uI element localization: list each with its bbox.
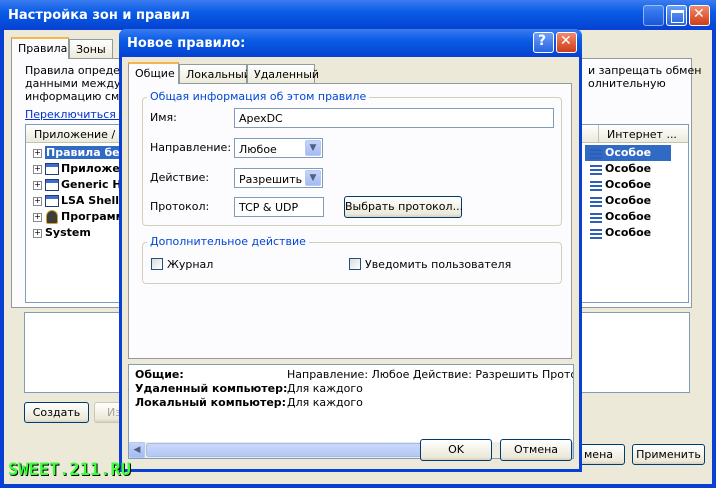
tab-rules[interactable]: Правила <box>11 37 69 59</box>
cancel-button[interactable]: Отмена <box>500 439 572 461</box>
summary-local-value: Для каждого <box>287 396 363 409</box>
list-item-internet: Особое <box>605 178 652 191</box>
list-item-internet: Особое <box>605 210 652 223</box>
create-button[interactable]: Создать <box>24 402 89 423</box>
expand-icon[interactable]: + <box>33 197 42 206</box>
help-icon[interactable]: ? <box>533 32 554 53</box>
summary-general-value: Направление: Любое Действие: Разрешить П… <box>287 368 574 381</box>
dialog-close-icon[interactable]: ✕ <box>556 32 577 53</box>
rule-lines-icon <box>590 229 602 239</box>
name-field[interactable]: ApexDC <box>234 108 554 128</box>
expand-icon[interactable]: + <box>33 181 42 190</box>
outer-window-title: Настройка зон и правил <box>8 8 190 23</box>
action-label: Действие: <box>150 171 210 184</box>
tab-remote[interactable]: Удаленный <box>247 64 319 84</box>
list-item-label: LSA Shell ( <box>61 194 128 207</box>
name-label: Имя: <box>150 111 177 124</box>
expand-icon[interactable]: + <box>33 229 42 238</box>
list-item-label: System <box>45 226 91 239</box>
direction-value: Любое <box>239 143 277 156</box>
rule-lines-icon <box>590 149 602 159</box>
scrollbar-thumb[interactable] <box>146 443 451 457</box>
protocol-field[interactable]: TCP & UDP <box>234 197 324 217</box>
list-item-label: Правила без <box>45 146 128 159</box>
tab-general[interactable]: Общие <box>128 62 179 84</box>
list-item-internet: Особое <box>605 194 652 207</box>
summary-remote-label: Удаленный компьютер: <box>135 382 288 395</box>
watermark: SWEET.211.RU <box>8 460 131 480</box>
summary-general-label: Общие: <box>135 368 184 381</box>
notify-label: Уведомить пользователя <box>365 258 512 271</box>
expand-icon[interactable]: + <box>33 213 42 222</box>
log-checkbox[interactable] <box>151 258 163 270</box>
outer-title-bar[interactable]: Настройка зон и правил ✕ <box>0 0 716 30</box>
action-select[interactable]: Разрешить ▼ <box>234 168 323 188</box>
summary-remote-value: Для каждого <box>287 382 363 395</box>
rule-info-group-label: Общая информация об этом правиле <box>147 90 370 103</box>
rule-lines-icon <box>590 197 602 207</box>
description-right1: и запрещать обмен <box>588 64 702 77</box>
list-item-internet: Особое <box>605 226 652 239</box>
new-rule-dialog: Новое правило: ? ✕ Общие Локальный Удале… <box>119 29 582 472</box>
summary-local-label: Локальный компьютер: <box>135 396 287 409</box>
window-app-icon <box>45 163 59 175</box>
apply-button[interactable]: Применить <box>632 444 705 465</box>
window-app-icon <box>45 179 59 191</box>
outer-close-icon[interactable]: ✕ <box>689 5 710 26</box>
dialog-title-bar[interactable]: Новое правило: ? ✕ <box>119 29 582 57</box>
list-item-label: Программ <box>61 210 125 223</box>
action-value: Разрешить <box>239 173 303 186</box>
notify-checkbox[interactable] <box>349 258 361 270</box>
protocol-label: Протокол: <box>150 200 210 213</box>
description-line1: Правила определя <box>25 64 134 77</box>
chevron-down-icon[interactable]: ▼ <box>305 140 321 156</box>
dialog-body: Общие Локальный Удаленный Общая информац… <box>122 57 579 469</box>
expand-icon[interactable]: + <box>33 165 42 174</box>
list-item-label: Приложен <box>61 162 128 175</box>
direction-label: Направление: <box>150 141 232 154</box>
description-line3-text: информацию см. <box>25 90 123 103</box>
select-protocol-button[interactable]: Выбрать протокол... <box>344 196 463 218</box>
window-app-icon <box>45 195 59 207</box>
general-tab-panel: Общая информация об этом правиле Имя: Ap… <box>128 83 572 359</box>
chevron-down-icon[interactable]: ▼ <box>305 170 321 186</box>
list-item-internet: Особое <box>605 146 652 159</box>
rule-lines-icon <box>590 213 602 223</box>
extra-action-group-label: Дополнительное действие <box>147 235 309 248</box>
dialog-title: Новое правило: <box>127 36 246 51</box>
rule-lines-icon <box>590 165 602 175</box>
column-internet[interactable]: Интернет ... <box>598 125 688 143</box>
log-label: Журнал <box>167 258 214 271</box>
tab-local[interactable]: Локальный <box>179 64 251 84</box>
program-group-icon <box>46 210 58 224</box>
list-item-internet: Особое <box>605 162 652 175</box>
expand-icon[interactable]: + <box>33 149 42 158</box>
rule-lines-icon <box>590 181 602 191</box>
direction-select[interactable]: Любое ▼ <box>234 138 323 158</box>
minimize-icon <box>643 5 664 26</box>
maximize-icon[interactable] <box>666 5 687 26</box>
tab-zones[interactable]: Зоны <box>69 39 113 59</box>
switch-mode-link[interactable]: Переключиться в <box>25 108 126 121</box>
scroll-left-icon[interactable]: ◀ <box>129 442 145 458</box>
ok-button[interactable]: OK <box>420 439 492 461</box>
description-right2: олнительную <box>588 77 666 90</box>
